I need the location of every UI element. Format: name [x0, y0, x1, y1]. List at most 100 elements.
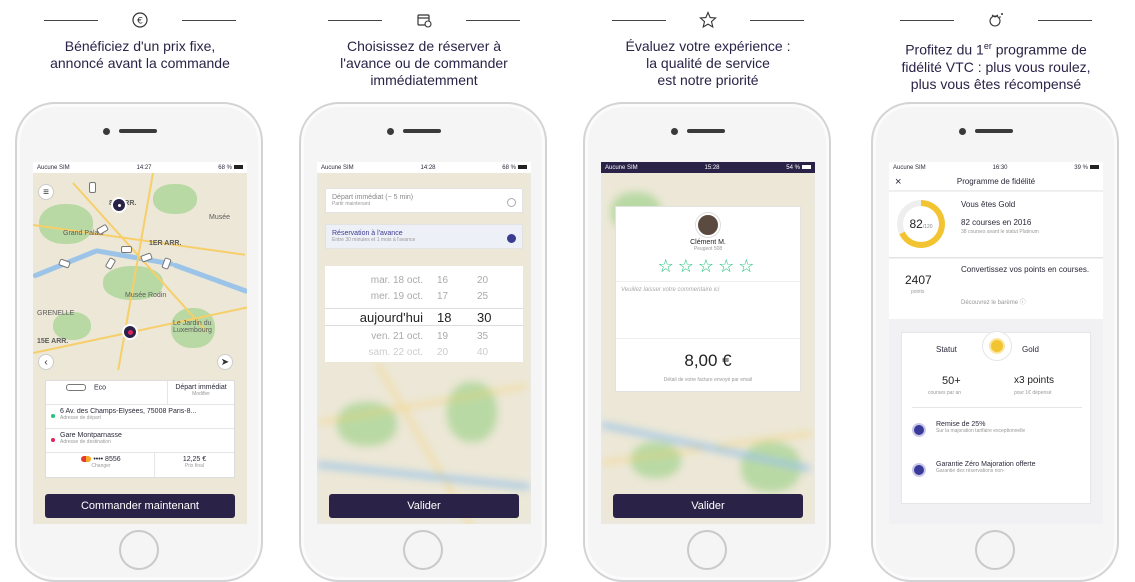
- points-label: points: [911, 289, 925, 295]
- camera-icon: [103, 128, 110, 135]
- fare-price: 12,25 €: [182, 456, 207, 463]
- pickup-address-row[interactable]: 6 Av. des Champs-Élysées, 75008 Paris-8.…: [46, 405, 234, 429]
- mastercard-icon: [81, 456, 92, 463]
- menu-icon[interactable]: ≡: [38, 184, 54, 200]
- map-label: 15E ARR.: [37, 338, 69, 345]
- option-title: Départ immédiat (~ 5 min): [332, 194, 414, 201]
- price-summary: 12,25 € Prix final: [154, 453, 234, 477]
- close-icon[interactable]: ×: [895, 173, 901, 191]
- perk-badge-icon: [912, 423, 926, 437]
- destination-address-row[interactable]: Gare Montparnasse Adresse de destination: [46, 429, 234, 453]
- home-button[interactable]: [975, 530, 1015, 570]
- locate-me-icon[interactable]: ➤: [217, 354, 233, 370]
- clock-label: 15:28: [704, 164, 720, 171]
- advance-booking-option[interactable]: Réservation à l'avance Entre 30 minutes …: [325, 224, 523, 249]
- picker-minute: 25: [477, 291, 489, 302]
- datetime-picker[interactable]: mar. 18 oct. 16 20 mer. 19 oct. 17 25 au…: [325, 266, 523, 362]
- picker-row: ven. 21 oct. 19 35: [325, 330, 523, 344]
- picker-day: aujourd'hui: [359, 310, 423, 325]
- change-card-link[interactable]: Changer: [46, 463, 156, 469]
- battery-label: 39 %: [1074, 164, 1088, 171]
- phone-screen: 8E ARR. 1ER ARR. Grand Palais Musée Rodi…: [33, 162, 247, 524]
- calendar-icon: [409, 10, 439, 30]
- option-subtitle: Partir maintenant: [332, 201, 371, 207]
- divider: [44, 20, 98, 21]
- river: [172, 262, 247, 295]
- comment-input[interactable]: Veuillez laisser votre commentaire ici: [616, 281, 800, 339]
- battery-label: 68 %: [218, 164, 232, 171]
- camera-icon: [387, 128, 394, 135]
- booking-card: Eco Départ immédiat Modifier 6 Av. des C…: [45, 380, 235, 478]
- battery-icon: [517, 164, 527, 169]
- picker-hour: 19: [437, 331, 449, 342]
- scale-link[interactable]: Découvrez le barème ⓘ: [961, 297, 1026, 306]
- rides-threshold: 50+: [942, 375, 961, 387]
- caption-line: immédiatemment: [370, 72, 478, 88]
- status-bar: Aucune SIM 14:28 68 %: [317, 162, 531, 173]
- picker-day: mar. 18 oct.: [370, 275, 423, 286]
- chevron-left-icon[interactable]: ‹: [38, 354, 54, 370]
- location-pin-icon[interactable]: [111, 197, 127, 213]
- departure-time-selector[interactable]: Départ immédiat Modifier: [167, 381, 234, 404]
- order-now-button[interactable]: Commander maintenant: [45, 494, 235, 518]
- panel-caption: Profitez du 1er programme de fidélité VT…: [866, 38, 1126, 93]
- picker-minute: 40: [477, 347, 489, 358]
- ride-options-row[interactable]: Eco Départ immédiat Modifier: [46, 381, 234, 405]
- perk-description: Garantie des réservations non-: [936, 468, 1005, 474]
- fare-price-label: Prix final: [184, 463, 205, 469]
- convert-points-text: Convertissez vos points en courses.: [961, 265, 1090, 274]
- points-block: 2407 points Convertissez vos points en c…: [889, 259, 1103, 319]
- home-button[interactable]: [403, 530, 443, 570]
- speaker-grill: [975, 129, 1013, 133]
- phone-frame: Aucune SIM 15:28 54 % Clément M. Peugeot…: [583, 102, 831, 582]
- picker-hour: 20: [437, 347, 449, 358]
- payment-row: •••• 8556 Changer 12,25 € Prix final: [46, 453, 234, 477]
- star-rating-input[interactable]: ☆☆☆☆☆: [616, 256, 800, 277]
- carrier-label: Aucune SIM: [605, 164, 638, 171]
- destination-pin-icon[interactable]: [122, 324, 138, 340]
- pickup-address: 6 Av. des Champs-Élysées, 75008 Paris-8.…: [60, 408, 197, 415]
- validate-button[interactable]: Valider: [329, 494, 519, 518]
- divider: [912, 407, 1082, 408]
- screen-title: Programme de fidélité: [956, 177, 1036, 186]
- caption-line: la qualité de service: [646, 55, 770, 71]
- screen-header: × Programme de fidélité: [889, 173, 1103, 191]
- validate-button[interactable]: Valider: [613, 494, 803, 518]
- radio-button[interactable]: [507, 198, 516, 207]
- pickup-dot-icon: [51, 414, 55, 418]
- status-bar: Aucune SIM 14:27 68 %: [33, 162, 247, 173]
- battery-icon: [801, 164, 811, 169]
- ride-class-label: Eco: [93, 384, 107, 392]
- panel-rating: Évaluez votre expérience : la qualité de…: [578, 0, 838, 582]
- modify-link[interactable]: Modifier: [168, 391, 234, 397]
- picker-row: mer. 19 oct. 17 25: [325, 290, 523, 304]
- caption-superscript: er: [983, 41, 992, 51]
- picker-day: sam. 22 oct.: [368, 347, 423, 358]
- caption-line: plus vous êtes récompensé: [910, 75, 1082, 92]
- ring-total: /120: [922, 224, 933, 230]
- level-block: 82/120 Vous êtes Gold 82 courses en 2016…: [889, 192, 1103, 258]
- progress-ring-label: 82/120: [903, 206, 939, 242]
- caption-line: Évaluez votre expérience :: [625, 38, 791, 54]
- payment-method-selector[interactable]: •••• 8556 Changer: [46, 453, 156, 477]
- svg-text:€: €: [137, 17, 143, 27]
- status-value: Gold: [1022, 345, 1039, 354]
- caption-line: fidélité VTC : plus vous roulez,: [901, 58, 1091, 75]
- battery-label: 54 %: [786, 164, 800, 171]
- home-button[interactable]: [119, 530, 159, 570]
- points-multiplier: x3 points: [1014, 375, 1055, 386]
- speaker-grill: [403, 129, 441, 133]
- status-bar: Aucune SIM 16:30 39 %: [889, 162, 1103, 173]
- panel-loyalty: Profitez du 1er programme de fidélité VT…: [866, 0, 1126, 582]
- panel-fixed-price: € Bénéficiez d'un prix fixe, annoncé ava…: [10, 0, 270, 582]
- map-label: Musée: [209, 214, 231, 221]
- home-button[interactable]: [687, 530, 727, 570]
- immediate-departure-option[interactable]: Départ immédiat (~ 5 min) Partir mainten…: [325, 188, 523, 213]
- perk-title: Garantie Zéro Majoration offerte: [936, 461, 1036, 468]
- caption-line: est notre priorité: [657, 72, 759, 88]
- checkmark-icon[interactable]: [507, 234, 516, 243]
- invoice-note: Détail de votre facture envoyé par email: [663, 377, 753, 383]
- option-title: Réservation à l'avance: [332, 230, 403, 237]
- level-title: Vous êtes Gold: [961, 200, 1016, 209]
- driver-avatar: [696, 213, 720, 237]
